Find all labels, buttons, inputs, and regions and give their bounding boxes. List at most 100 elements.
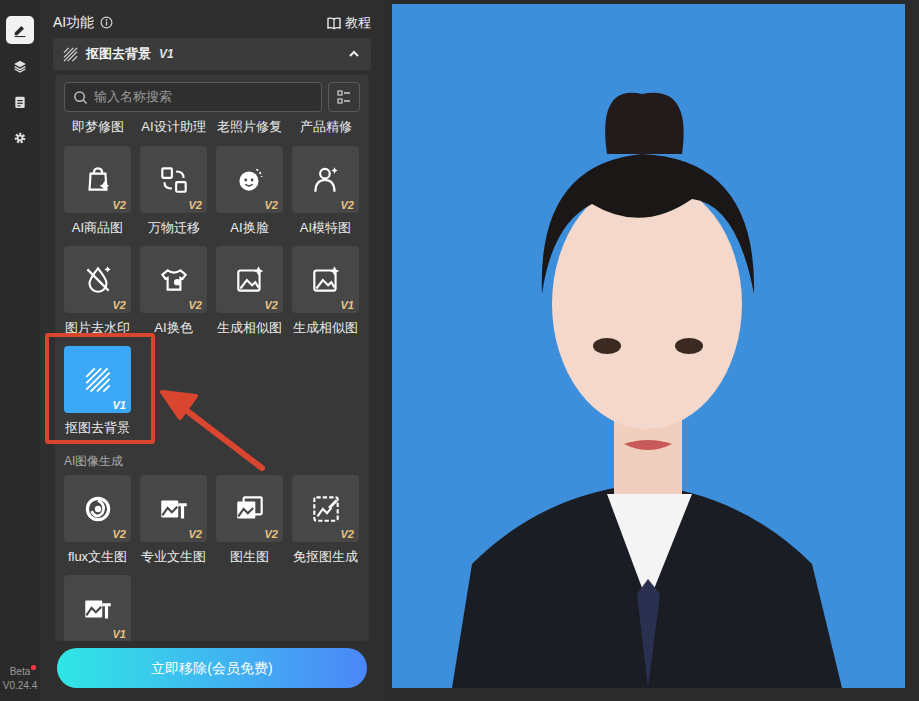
- list-icon: [336, 89, 352, 105]
- version-badge: V2: [265, 198, 278, 212]
- search-field[interactable]: [64, 82, 322, 112]
- tool-rail: Beta V0.24.4: [0, 0, 40, 701]
- tool-item[interactable]: V2 图生图: [216, 475, 283, 566]
- tool-tile[interactable]: V2: [292, 146, 359, 213]
- notification-dot: [31, 665, 36, 670]
- face-icon: [233, 163, 267, 197]
- beta-label: Beta: [10, 666, 31, 677]
- pen-icon: [12, 22, 28, 38]
- clipboard-icon: [12, 94, 28, 110]
- tool-item[interactable]: V2 万物迁移: [140, 146, 207, 237]
- tool-item[interactable]: V2 图片去水印: [64, 246, 131, 337]
- tool-item[interactable]: V2 flux文生图: [64, 475, 131, 566]
- tool-tile[interactable]: V2: [292, 475, 359, 542]
- tool-tile[interactable]: V2: [216, 475, 283, 542]
- book-icon: [327, 16, 341, 30]
- shopping-bag-icon: [81, 163, 115, 197]
- tool-tile[interactable]: V2: [140, 475, 207, 542]
- tool-tile[interactable]: V1: [64, 346, 131, 413]
- version-badge: V2: [113, 198, 126, 212]
- search-input[interactable]: [94, 87, 313, 107]
- canvas: [384, 0, 919, 701]
- tool-tile[interactable]: V2: [64, 246, 131, 313]
- tool-label: 免抠图生成: [293, 548, 358, 566]
- rail-button[interactable]: [6, 52, 34, 80]
- images-icon: [233, 492, 267, 526]
- tool-item[interactable]: V2 AI换色: [140, 246, 207, 337]
- tool-item[interactable]: V2AI换脸: [216, 146, 283, 237]
- version-badge: V1: [159, 45, 174, 63]
- stripes-icon: [63, 47, 78, 62]
- tool-label: AI商品图: [72, 219, 123, 237]
- model-icon: [309, 163, 343, 197]
- tool-label: 老照片修复: [216, 118, 283, 136]
- panel-header: AI功能教程: [40, 0, 384, 36]
- tool-grid: V2 flux文生图 V2 专业文生图 V2 图生图 V2 免抠图生成 V1: [64, 475, 360, 641]
- info-icon[interactable]: [100, 16, 113, 29]
- version-badge: V2: [265, 527, 278, 541]
- annotation-overlay: [0, 0, 919, 701]
- stripes-icon: [81, 363, 115, 397]
- tool-label: 生成相似图: [293, 319, 358, 337]
- search-row: [64, 82, 360, 112]
- version-info: Beta V0.24.4: [3, 665, 37, 701]
- tool-label: 产品精修: [292, 118, 359, 136]
- tool-label: 图生图: [230, 548, 269, 566]
- version-badge: V2: [189, 298, 202, 312]
- swap-icon: [157, 163, 191, 197]
- version-badge: V1: [113, 398, 126, 412]
- no-watermark-icon: [81, 263, 115, 297]
- rail-button[interactable]: [6, 16, 34, 44]
- tool-item[interactable]: V1 生成相似图: [292, 246, 359, 337]
- tool-tile[interactable]: V1: [292, 246, 359, 313]
- shirt-icon: [157, 263, 191, 297]
- tool-item[interactable]: V1: [64, 575, 131, 641]
- tool-item[interactable]: V2 AI模特图: [292, 146, 359, 237]
- image-sparkle-icon: [233, 263, 267, 297]
- tool-label: AI换色: [154, 319, 192, 337]
- image-text-icon: [157, 492, 191, 526]
- tool-tile[interactable]: V2: [140, 246, 207, 313]
- tool-label: AI设计助理: [140, 118, 207, 136]
- tool-label: flux文生图: [68, 548, 127, 566]
- gear-icon: [12, 130, 28, 146]
- tool-item[interactable]: V2 AI商品图: [64, 146, 131, 237]
- tool-tile[interactable]: V2: [64, 146, 131, 213]
- version-badge: V2: [113, 527, 126, 541]
- tutorial-link[interactable]: 教程: [327, 13, 371, 33]
- rail-button[interactable]: [6, 124, 34, 152]
- version-badge: V2: [113, 298, 126, 312]
- tool-item[interactable]: V2 专业文生图: [140, 475, 207, 566]
- tool-item[interactable]: V2 免抠图生成: [292, 475, 359, 566]
- tool-label: 图片去水印: [65, 319, 130, 337]
- arrow-icon: [0, 0, 919, 701]
- ai-panel: AI功能教程抠图去背景V1即梦修图AI设计助理老照片修复产品精修V2AI商品图V…: [40, 0, 384, 701]
- portrait-photo[interactable]: [392, 4, 905, 688]
- tool-tile[interactable]: V2: [64, 475, 131, 542]
- partial-label-row: 即梦修图AI设计助理老照片修复产品精修: [64, 118, 360, 136]
- version-badge: V2: [189, 527, 202, 541]
- view-toggle-button[interactable]: [328, 82, 360, 112]
- tool-item[interactable]: V2 生成相似图: [216, 246, 283, 337]
- rail-button[interactable]: [6, 88, 34, 116]
- chevron-up-icon: [347, 47, 361, 61]
- tool-label: 专业文生图: [141, 548, 206, 566]
- feature-dropdown[interactable]: 抠图去背景V1: [53, 38, 371, 70]
- tool-grid: V2AI商品图V2万物迁移V2AI换脸V2AI模特图V2图片去水印V2AI换色V…: [64, 146, 360, 437]
- tool-item[interactable]: V1抠图去背景: [64, 346, 131, 437]
- version-badge: V2: [189, 198, 202, 212]
- tool-tile[interactable]: V2: [140, 146, 207, 213]
- version-badge: V2: [341, 527, 354, 541]
- section-title: AI图像生成: [64, 453, 360, 469]
- version-label: V0.24.4: [3, 679, 37, 693]
- tool-label: 生成相似图: [217, 319, 282, 337]
- layers-icon: [12, 58, 28, 74]
- tool-label: 万物迁移: [148, 219, 200, 237]
- version-badge: V2: [265, 298, 278, 312]
- remove-button[interactable]: 立即移除(会员免费): [57, 648, 367, 688]
- tool-tile[interactable]: V1: [64, 575, 131, 641]
- image-text-icon: [81, 592, 115, 626]
- tool-label: AI模特图: [300, 219, 351, 237]
- tool-tile[interactable]: V2: [216, 146, 283, 213]
- tool-tile[interactable]: V2: [216, 246, 283, 313]
